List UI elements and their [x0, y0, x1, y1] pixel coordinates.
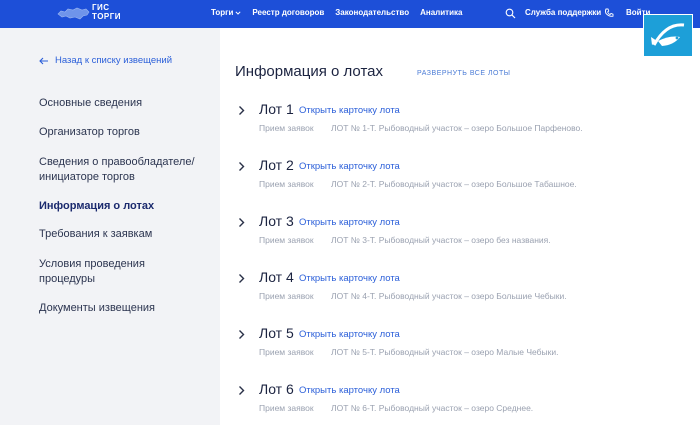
chevron-right-icon[interactable] [237, 217, 246, 228]
nav-contracts-registry-label: Реестр договоров [252, 8, 325, 17]
logo-line2: ТОРГИ [92, 12, 122, 21]
lot-description: ЛОТ № 1-Т. Рыбоводный участок – озеро Бо… [331, 123, 583, 133]
chevron-right-icon[interactable] [237, 161, 246, 172]
lot-status: Прием заявок [259, 179, 314, 189]
lot-item: Лот 6 Открыть карточку лота Прием заявок… [237, 381, 677, 421]
nav-torgi[interactable]: Торги [211, 8, 241, 17]
russia-map-icon [57, 7, 90, 20]
lot-name: Лот 5 [259, 325, 294, 341]
lot-name: Лот 1 [259, 101, 294, 117]
open-lot-card-link[interactable]: Открыть карточку лота [299, 217, 400, 228]
lot-name: Лот 3 [259, 213, 294, 229]
sidebar-item-organizer[interactable]: Организатор торгов [39, 125, 209, 140]
chevron-right-icon[interactable] [237, 273, 246, 284]
lot-name: Лот 6 [259, 381, 294, 397]
chevron-right-icon[interactable] [237, 385, 246, 396]
fish-icon [651, 23, 685, 46]
lot-item: Лот 2 Открыть карточку лота Прием заявок… [237, 157, 677, 197]
search-icon[interactable] [505, 8, 516, 19]
chevron-right-icon[interactable] [237, 329, 246, 340]
back-to-notices-link[interactable]: Назад к списку извещений [39, 55, 172, 66]
lot-description: ЛОТ № 2-Т. Рыбоводный участок – озеро Бо… [331, 179, 577, 189]
lot-name: Лот 2 [259, 157, 294, 173]
phone-icon[interactable] [604, 8, 614, 18]
nav-analytics-label: Аналитика [420, 8, 463, 17]
sidebar-item-requirements[interactable]: Требования к заявкам [39, 227, 209, 242]
lot-description: ЛОТ № 6-Т. Рыбоводный участок – озеро Ср… [331, 403, 534, 413]
arrow-left-icon [39, 57, 48, 64]
sidebar-item-main-info[interactable]: Основные сведения [39, 96, 209, 111]
sidebar-item-conditions[interactable]: Условия проведения процедуры [39, 257, 169, 287]
chevron-right-icon[interactable] [237, 105, 246, 116]
lot-item: Лот 5 Открыть карточку лота Прием заявок… [237, 325, 677, 365]
nav-torgi-label: Торги [211, 8, 234, 17]
lot-status: Прием заявок [259, 123, 314, 133]
open-lot-card-link[interactable]: Открыть карточку лота [299, 105, 400, 116]
lot-item: Лот 1 Открыть карточку лота Прием заявок… [237, 101, 677, 141]
gis-torgi-logo[interactable]: ГИС ТОРГИ [56, 2, 146, 24]
lot-status: Прием заявок [259, 235, 314, 245]
lot-status: Прием заявок [259, 291, 314, 301]
open-lot-card-link[interactable]: Открыть карточку лота [299, 161, 400, 172]
nav-legislation[interactable]: Законодательство [335, 8, 409, 17]
open-lot-card-link[interactable]: Открыть карточку лота [299, 273, 400, 284]
chevron-down-icon [235, 10, 241, 15]
nav-legislation-label: Законодательство [335, 8, 410, 17]
open-lot-card-link[interactable]: Открыть карточку лота [299, 329, 400, 340]
lot-name: Лот 4 [259, 269, 294, 285]
sidebar-item-rightholder[interactable]: Сведения о правообладателе/ инициаторе т… [39, 155, 204, 185]
expand-all-lots-button[interactable]: РАЗВЕРНУТЬ ВСЕ ЛОТЫ [417, 70, 510, 77]
lot-description: ЛОТ № 4-Т. Рыбоводный участок – озеро Бо… [331, 291, 567, 301]
sidebar-item-documents[interactable]: Документы извещения [39, 301, 209, 316]
logo-line1: ГИС [92, 3, 110, 12]
nav-analytics[interactable]: Аналитика [420, 8, 462, 17]
lot-item: Лот 4 Открыть карточку лота Прием заявок… [237, 269, 677, 309]
sidebar-item-lots-info[interactable]: Информация о лотах [39, 199, 209, 214]
nav-contracts-registry[interactable]: Реестр договоров [252, 8, 324, 17]
fish-badge [643, 14, 693, 57]
top-nav-bar: ГИС ТОРГИ Торги Реестр договоров Законод… [0, 0, 700, 28]
lot-description: ЛОТ № 3-Т. Рыбоводный участок – озеро бе… [331, 235, 551, 245]
lot-status: Прием заявок [259, 403, 314, 413]
lot-description: ЛОТ № 5-Т. Рыбоводный участок – озеро Ма… [331, 347, 559, 357]
support-link[interactable]: Служба поддержки [525, 8, 601, 17]
lot-status: Прием заявок [259, 347, 314, 357]
logo-text: ГИС ТОРГИ [92, 3, 121, 21]
page-title: Информация о лотах [235, 63, 383, 80]
open-lot-card-link[interactable]: Открыть карточку лота [299, 385, 400, 396]
main-nav: Торги Реестр договоров Законодательство … [211, 8, 462, 17]
sidebar: Назад к списку извещений Основные сведен… [0, 28, 220, 425]
back-link-label: Назад к списку извещений [55, 55, 172, 66]
lot-item: Лот 3 Открыть карточку лота Прием заявок… [237, 213, 677, 253]
